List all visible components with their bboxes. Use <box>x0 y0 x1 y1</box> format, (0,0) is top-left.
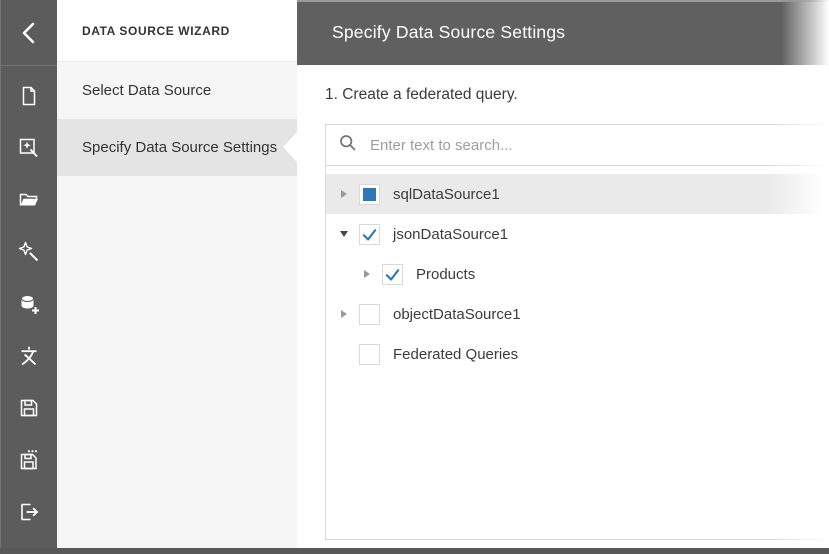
back-button[interactable] <box>1 0 57 66</box>
tree-node-label: Products <box>416 265 476 283</box>
expand-expanded-icon[interactable] <box>334 231 354 237</box>
expand-collapsed-icon[interactable] <box>334 190 354 198</box>
nav-item-label: Select Data Source <box>82 82 212 99</box>
save-button[interactable] <box>1 382 57 434</box>
magic-wand-icon <box>17 240 41 264</box>
tree-row-objectdatasource1[interactable]: objectDataSource1 <box>326 294 829 334</box>
checkbox-checked[interactable] <box>359 223 380 245</box>
checkbox-unchecked[interactable] <box>359 343 380 365</box>
exit-button[interactable] <box>1 486 57 538</box>
window-bottom-bar <box>0 548 829 554</box>
federated-query-panel: sqlDataSource1 jsonDataSource1 Products <box>325 124 829 540</box>
tree-row-federated-queries[interactable]: Federated Queries <box>326 334 829 374</box>
expand-collapsed-icon[interactable] <box>357 270 377 278</box>
tree-row-products[interactable]: Products <box>326 254 829 294</box>
report-wizard-icon <box>17 136 41 160</box>
nav-item-label: Specify Data Source Settings <box>82 139 278 156</box>
search-input[interactable] <box>370 136 829 154</box>
nav-item-select-data-source[interactable]: Select Data Source <box>57 62 297 119</box>
localization-icon <box>17 344 41 368</box>
save-as-icon <box>17 448 41 472</box>
report-wizard-button[interactable] <box>1 122 57 174</box>
wizard-nav-panel: DATA SOURCE WIZARD Select Data Source Sp… <box>57 0 297 548</box>
new-report-button[interactable] <box>1 70 57 122</box>
toolbar-sidebar <box>0 0 57 548</box>
new-report-icon <box>17 84 41 108</box>
add-data-source-button[interactable] <box>1 278 57 330</box>
save-icon <box>17 396 41 420</box>
tree-node-label: jsonDataSource1 <box>393 225 509 243</box>
wizard-nav-title: DATA SOURCE WIZARD <box>57 0 297 62</box>
open-report-icon <box>17 188 41 212</box>
data-source-wizard-window: DATA SOURCE WIZARD Select Data Source Sp… <box>0 0 829 554</box>
open-report-button[interactable] <box>1 174 57 226</box>
checkbox-checked[interactable] <box>382 263 403 285</box>
tree-node-label: objectDataSource1 <box>393 305 521 323</box>
selected-item-notch <box>283 132 297 162</box>
nav-item-specify-data-source-settings[interactable]: Specify Data Source Settings <box>57 119 297 176</box>
tree-node-label: sqlDataSource1 <box>393 185 500 203</box>
tree-row-sqldatasource1[interactable]: sqlDataSource1 <box>326 174 829 214</box>
page-header: Specify Data Source Settings <box>297 0 829 65</box>
save-as-button[interactable] <box>1 434 57 486</box>
search-box <box>326 124 829 166</box>
step-label: 1. Create a federated query. <box>325 86 518 103</box>
add-data-source-icon <box>17 292 41 316</box>
checkbox-unchecked[interactable] <box>359 303 380 325</box>
tree-row-jsondatasource1[interactable]: jsonDataSource1 <box>326 214 829 254</box>
checkbox-indeterminate[interactable] <box>359 183 380 205</box>
page-title: Specify Data Source Settings <box>332 22 566 42</box>
expand-collapsed-icon[interactable] <box>334 310 354 318</box>
search-icon <box>339 134 357 157</box>
tree-node-label: Federated Queries <box>393 345 519 363</box>
main-content: Specify Data Source Settings 1. Create a… <box>297 0 829 548</box>
data-source-tree: sqlDataSource1 jsonDataSource1 Products <box>326 166 829 374</box>
localization-button[interactable] <box>1 330 57 382</box>
chevron-left-icon <box>19 20 39 46</box>
toolbar-icons <box>1 66 57 538</box>
exit-icon <box>17 500 41 524</box>
wizard-button[interactable] <box>1 226 57 278</box>
